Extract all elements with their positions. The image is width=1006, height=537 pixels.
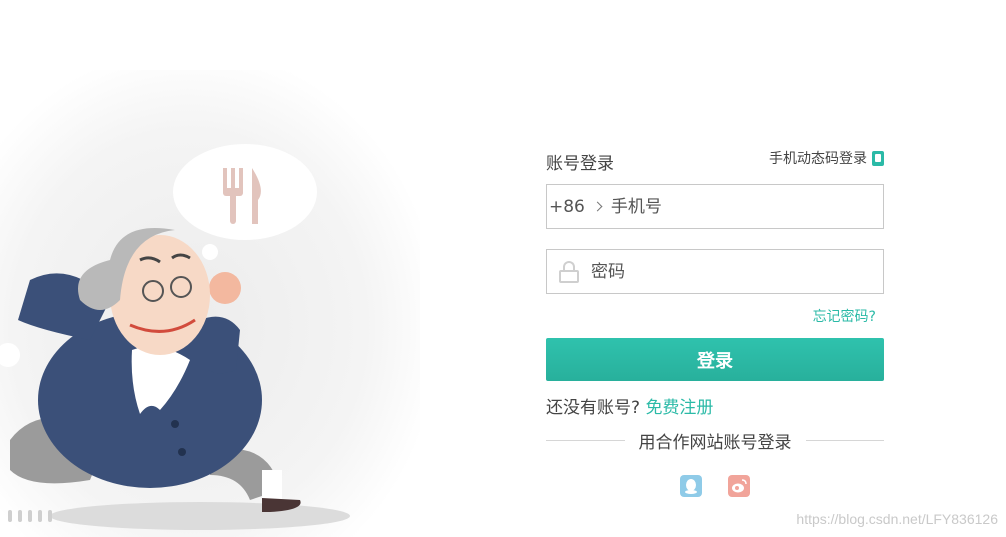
country-code: +86 bbox=[549, 196, 585, 217]
no-account-text: 还没有账号? bbox=[546, 398, 641, 418]
country-code-selector[interactable]: +86 bbox=[547, 197, 611, 217]
sms-login-label: 手机动态码登录 bbox=[769, 151, 867, 167]
phone-input[interactable] bbox=[610, 185, 883, 228]
phone-field: +86 bbox=[546, 184, 884, 229]
login-header: 账号登录 手机动态码登录 bbox=[546, 145, 884, 177]
mobile-phone-icon bbox=[872, 150, 884, 166]
login-button[interactable]: 登录 bbox=[546, 338, 884, 381]
divider-line-left bbox=[546, 439, 625, 441]
qq-icon[interactable] bbox=[680, 475, 702, 497]
login-page: 账号登录 手机动态码登录 +86 忘记密码? 登录 还没有账号? 免 bbox=[0, 0, 1006, 537]
chevron-right-icon bbox=[592, 201, 603, 212]
password-field bbox=[546, 249, 884, 294]
forgot-row: 忘记密码? bbox=[546, 294, 884, 338]
partner-login-label: 用合作网站账号登录 bbox=[638, 432, 792, 453]
password-input[interactable] bbox=[591, 250, 883, 293]
sms-login-link[interactable]: 手机动态码登录 bbox=[769, 148, 884, 168]
divider-line-right bbox=[805, 439, 884, 441]
register-link[interactable]: 免费注册 bbox=[645, 398, 713, 418]
weibo-icon[interactable] bbox=[728, 475, 750, 497]
account-login-tab[interactable]: 账号登录 bbox=[546, 149, 614, 174]
mascot-illustration bbox=[0, 70, 420, 537]
watermark: https://blog.csdn.net/LFY836126 bbox=[796, 511, 998, 527]
login-form: 账号登录 手机动态码登录 +86 忘记密码? 登录 还没有账号? 免 bbox=[546, 145, 884, 497]
partner-login-divider: 用合作网站账号登录 bbox=[546, 427, 884, 453]
register-row: 还没有账号? 免费注册 bbox=[546, 393, 884, 419]
lock-icon bbox=[559, 260, 581, 283]
forgot-password-link[interactable]: 忘记密码? bbox=[813, 309, 876, 325]
social-login-row bbox=[546, 475, 884, 497]
